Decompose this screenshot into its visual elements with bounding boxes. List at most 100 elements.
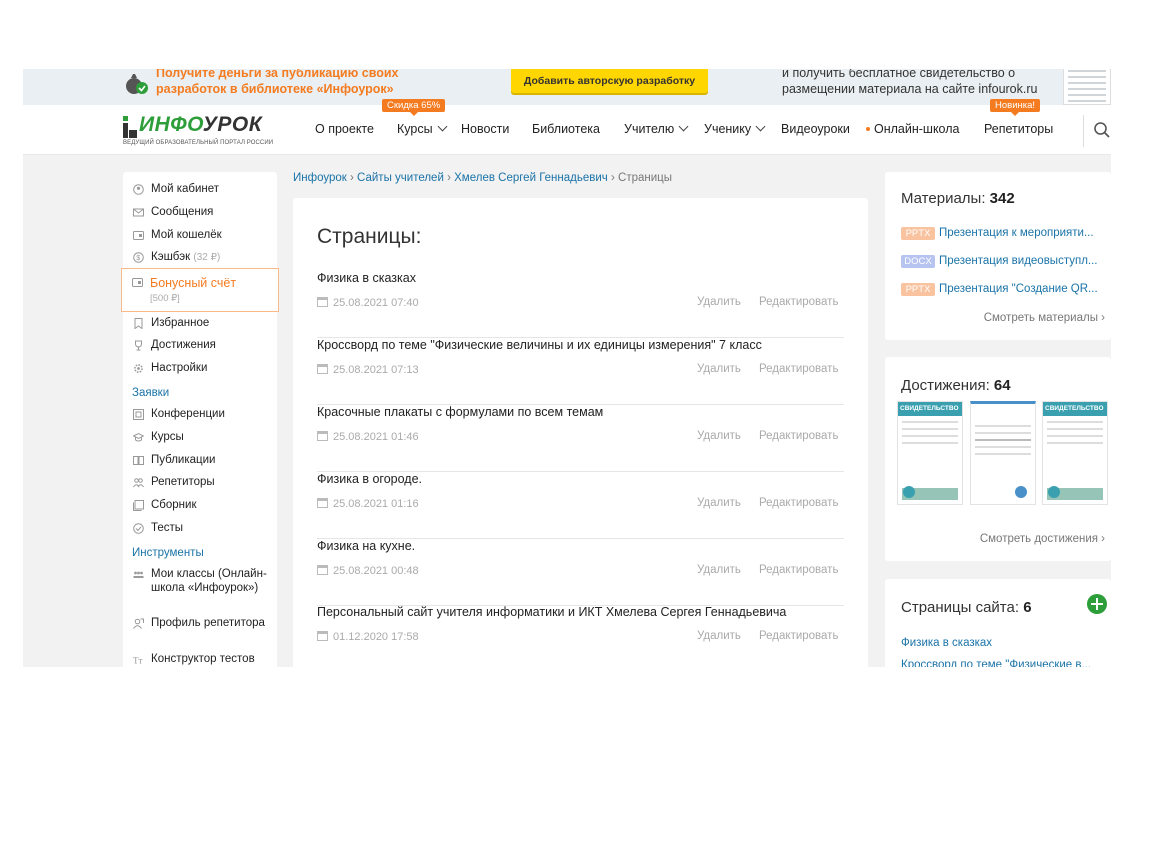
file-type-badge: PPTX xyxy=(901,227,935,240)
site-header: ИНФОУРОК ВЕДУЩИЙ ОБРАЗОВАТЕЛЬНЫЙ ПОРТАЛ … xyxy=(23,99,1111,155)
page-item-title[interactable]: Физика в сказках xyxy=(317,271,416,285)
view-achievements-link[interactable]: Смотреть достижения › xyxy=(980,533,1105,545)
certificate-thumbnail[interactable]: СВИДЕТЕЛЬСТВО xyxy=(1042,401,1108,505)
classes-icon xyxy=(133,571,144,578)
wallet-icon xyxy=(133,231,144,240)
sidebar-section-tools: Инструменты xyxy=(132,547,204,559)
book-icon xyxy=(133,456,144,465)
edit-button[interactable]: Редактировать xyxy=(759,363,838,375)
page-item-title[interactable]: Физика в огороде. xyxy=(317,472,422,486)
file-type-badge: DOCX xyxy=(901,255,935,268)
gear-icon xyxy=(134,364,143,373)
money-bag-icon xyxy=(126,74,148,94)
delete-button[interactable]: Удалить xyxy=(697,363,741,375)
breadcrumb-separator: › xyxy=(350,172,354,184)
page-item-title[interactable]: Кроссворд по теме "Физические величины и… xyxy=(317,338,762,352)
promo-info-text: и получить бесплатное свидетельство о ра… xyxy=(782,69,1038,96)
search-icon[interactable] xyxy=(1093,121,1111,139)
sidebar-item-bonus[interactable]: Бонусный счёт [500 ₽] xyxy=(121,268,279,312)
materials-card: Материалы: 342 PPTX Презентация к меропри… xyxy=(885,172,1111,340)
material-item[interactable]: PPTX Презентация к мероприяти... xyxy=(901,227,1109,240)
page-list-item: Физика на кухне. 25.08.2021 00:48 Удалит… xyxy=(317,539,844,606)
breadcrumb-separator: › xyxy=(447,172,451,184)
delete-button[interactable]: Удалить xyxy=(697,564,741,576)
calendar-icon xyxy=(317,565,328,575)
breadcrumb-separator: › xyxy=(610,172,615,184)
people-icon xyxy=(133,478,144,488)
edit-button[interactable]: Редактировать xyxy=(759,630,838,642)
text-icon: Tт xyxy=(133,656,142,666)
materials-heading: Материалы: 342 xyxy=(901,190,1015,207)
collection-icon xyxy=(133,500,144,511)
page-list-item: Кроссворд по теме "Физические величины и… xyxy=(317,338,844,405)
browser-viewport: Получите деньги за публикацию своих разр… xyxy=(23,69,1111,667)
nav-courses[interactable]: Курсы xyxy=(397,121,448,136)
tutor-icon xyxy=(133,618,144,629)
page-item-title[interactable]: Персональный сайт учителя информатики и … xyxy=(317,605,786,619)
site-page-link[interactable]: Кроссворд по теме "Физические в... xyxy=(901,659,1091,667)
user-icon xyxy=(133,184,144,195)
nav-student[interactable]: Ученику xyxy=(704,121,766,136)
nav-videolessons[interactable]: Видеоуроки xyxy=(781,122,850,136)
page-item-date: 25.08.2021 07:13 xyxy=(317,363,419,376)
discount-badge: Скидка 65% xyxy=(382,99,446,116)
calendar-icon xyxy=(317,364,328,374)
nav-tutors[interactable]: Репетиторы xyxy=(984,122,1053,136)
breadcrumb-current: Страницы xyxy=(618,172,673,184)
delete-button[interactable]: Удалить xyxy=(697,497,741,509)
chevron-down-icon xyxy=(678,121,689,132)
svg-text:$: $ xyxy=(136,255,140,262)
nav-about[interactable]: О проекте xyxy=(315,122,374,136)
delete-button[interactable]: Удалить xyxy=(697,296,741,308)
certificate-thumbnail xyxy=(1063,69,1111,105)
certificate-thumbnail[interactable] xyxy=(970,401,1036,505)
page-list-item: Физика в сказках 25.08.2021 07:40 Удалит… xyxy=(317,271,844,338)
certificate-thumbnail[interactable]: СВИДЕТЕЛЬСТВО xyxy=(897,401,963,505)
chevron-down-icon xyxy=(437,121,448,132)
seal-icon xyxy=(903,486,915,498)
delete-button[interactable]: Удалить xyxy=(697,430,741,442)
page-item-date: 25.08.2021 01:16 xyxy=(317,497,419,510)
pages-panel: Страницы: Физика в сказках 25.08.2021 07… xyxy=(293,198,868,667)
edit-button[interactable]: Редактировать xyxy=(759,497,838,509)
breadcrumb-link-user[interactable]: Хмелев Сергей Геннадьевич xyxy=(454,172,608,184)
delete-button[interactable]: Удалить xyxy=(697,630,741,642)
infourok-logo[interactable]: ИНФОУРОК ВЕДУЩИЙ ОБРАЗОВАТЕЛЬНЫЙ ПОРТАЛ … xyxy=(123,113,283,149)
page-list-item: Физика в огороде. 25.08.2021 01:16 Удали… xyxy=(317,472,844,539)
breadcrumb-link-sites[interactable]: Сайты учителей xyxy=(357,172,444,184)
material-item[interactable]: PPTX Презентация "Создание QR... xyxy=(901,283,1109,296)
graduation-icon xyxy=(133,432,144,442)
calendar-icon xyxy=(317,498,328,508)
edit-button[interactable]: Редактировать xyxy=(759,296,838,308)
edit-button[interactable]: Редактировать xyxy=(759,430,838,442)
page-item-date: 25.08.2021 00:48 xyxy=(317,564,419,577)
breadcrumb: Инфоурок › Сайты учителей › Хмелев Серге… xyxy=(293,172,672,184)
site-page-link[interactable]: Физика в сказках xyxy=(901,637,992,649)
sidebar-section-requests: Заявки xyxy=(132,387,170,399)
svg-text:Tт: Tт xyxy=(133,656,142,666)
nav-library[interactable]: Библиотека xyxy=(532,122,600,136)
view-materials-link[interactable]: Смотреть материалы › xyxy=(984,312,1105,324)
nav-online-school[interactable]: Онлайн-школа xyxy=(874,122,959,136)
add-material-button[interactable]: Добавить авторскую разработку xyxy=(511,69,708,93)
site-pages-card: Страницы сайта: 6 Физика в сказках Кросс… xyxy=(885,579,1111,667)
logo-tagline: ВЕДУЩИЙ ОБРАЗОВАТЕЛЬНЫЙ ПОРТАЛ РОССИИ xyxy=(123,140,274,146)
nav-news[interactable]: Новости xyxy=(461,122,509,136)
site-pages-heading: Страницы сайта: 6 xyxy=(901,599,1032,616)
material-item[interactable]: DOCX Презентация видеовыступл... xyxy=(901,255,1109,268)
breadcrumb-link-home[interactable]: Инфоурок xyxy=(293,172,347,184)
page-item-title[interactable]: Красочные плакаты с формулами по всем те… xyxy=(317,405,603,419)
page-item-date: 25.08.2021 01:46 xyxy=(317,430,419,443)
achievements-card: Достижения: 64 СВИДЕТЕЛЬСТВО СВИДЕТЕЛЬСТ… xyxy=(885,357,1111,561)
page-item-title[interactable]: Физика на кухне. xyxy=(317,539,415,553)
calendar-icon xyxy=(317,297,328,307)
add-page-plus-icon[interactable] xyxy=(1087,594,1107,614)
bookmark-icon xyxy=(134,318,143,329)
check-icon xyxy=(133,523,144,534)
page-item-date: 01.12.2020 17:58 xyxy=(317,630,419,643)
achievements-heading: Достижения: 64 xyxy=(901,377,1011,394)
page-list-item: Персональный сайт учителя информатики и … xyxy=(317,605,844,667)
nav-teacher[interactable]: Учителю xyxy=(624,121,689,136)
edit-button[interactable]: Редактировать xyxy=(759,564,838,576)
page-item-date: 25.08.2021 07:40 xyxy=(317,296,419,309)
